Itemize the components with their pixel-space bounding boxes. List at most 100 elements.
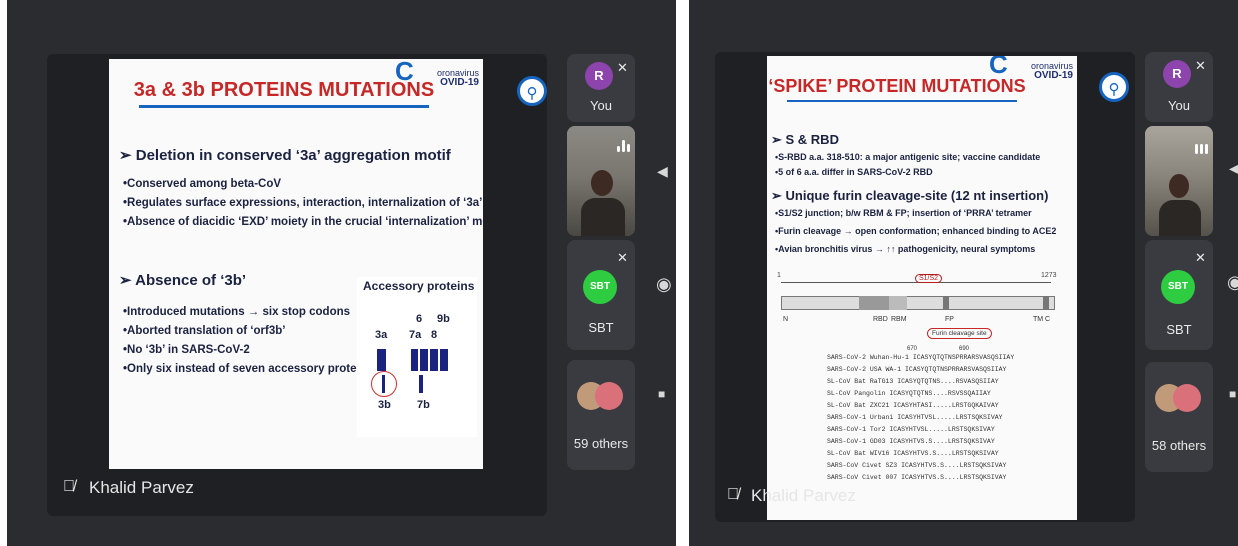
heading-absence-3b: ➢ Absence of ‘3b’ (119, 272, 247, 289)
person-body (581, 198, 625, 236)
sequence-row: SARS-CoV Civet 007 ICASYHTVS.S....LRSTSQ… (827, 474, 1007, 481)
label-pos-right: 690 (959, 346, 970, 352)
label-7b: 7b (417, 399, 430, 411)
collapse-panel-icon[interactable]: ◀ (657, 163, 668, 180)
covid19-logo: C oronavirus OVID-19 (395, 59, 479, 88)
pin-icon[interactable]: ⚲ (1099, 72, 1129, 102)
sequence-row: SARS-CoV-1 GD03 ICASYHTVS.S....LRSTSQKSI… (827, 438, 995, 445)
stop-square-icon[interactable]: ■ (658, 387, 665, 401)
label-rbd: RBD (873, 316, 888, 323)
protein-6-box (411, 349, 418, 371)
participant-label-sbt: SBT (588, 320, 614, 335)
participant-tile-sbt[interactable]: SBT ✕ SBT (1145, 240, 1213, 350)
person-head (1169, 174, 1189, 198)
participant-label-you: You (590, 98, 612, 113)
rbm-segment (889, 296, 907, 310)
bullet-mutations: Introduced mutations → six stop codons (123, 306, 350, 318)
presentation-stage: ‘SPIKE’ PROTEIN MUTATIONS C oronavirus O… (715, 52, 1135, 522)
label-3b: 3b (378, 399, 391, 411)
avatar-sbt: SBT (583, 270, 617, 304)
participant-label-others: 59 others (573, 436, 629, 451)
bullet-furin-cleavage: Furin cleavage → open conformation; enha… (775, 226, 1056, 236)
sequence-row: SL-CoV Bat RaTG13 ICASYQTQTNS....RSVASQS… (827, 378, 999, 385)
speaking-indicator-icon (617, 134, 632, 152)
rbd-segment (859, 296, 889, 310)
bullet-only-six: Only six instead of seven accessory prot… (123, 363, 373, 375)
sequence-row: SARS-CoV-2 Wuhan-Hu-1 ICASYQTQTNSPRRARSV… (827, 354, 1015, 361)
furin-callout: Furin cleavage site (927, 328, 992, 339)
title-underline (139, 105, 429, 108)
protein-7b-box (419, 375, 423, 393)
avatar-you: R (585, 62, 613, 90)
participant-tile-video[interactable] (1145, 126, 1213, 236)
covid19-logo: C oronavirus OVID-19 (989, 56, 1073, 81)
participant-tile-you[interactable]: R ✕ You (567, 54, 635, 122)
figure-title: Accessory proteins (363, 279, 475, 293)
participant-tile-others[interactable]: 58 others (1145, 362, 1213, 472)
sequence-row: SARS-CoV Civet SZ3 ICASYHTVS.S....LRSTSQ… (827, 462, 1007, 469)
mic-off-icon: ✕ (1195, 250, 1206, 265)
heading-s-rbd: ➢ S & RBD (771, 132, 839, 147)
label-rbm: RBM (891, 316, 907, 323)
participant-tile-you[interactable]: R ✕ You (1145, 52, 1213, 122)
protein-8-box (430, 349, 438, 371)
meeting-screenshot-left: 3a & 3b PROTEINS MUTATIONS C oronavirus … (7, 0, 676, 546)
shared-slide: 3a & 3b PROTEINS MUTATIONS C oronavirus … (109, 59, 483, 469)
bullet-no-3b: No ‘3b’ in SARS-CoV-2 (123, 344, 250, 356)
participant-label-others: 58 others (1151, 438, 1207, 453)
avatar-you: R (1163, 60, 1191, 88)
label-start: 1 (777, 272, 781, 279)
bullet-5-of-6: 5 of 6 a.a. differ in SARS-CoV-2 RBD (775, 167, 933, 177)
label-junction: S1/S2 (915, 274, 943, 283)
label-fp: FP (945, 316, 954, 323)
presenter-name: Khalid Parvez (751, 486, 856, 505)
meeting-screenshot-right: ‘SPIKE’ PROTEIN MUTATIONS C oronavirus O… (689, 0, 1238, 546)
person-head (591, 170, 613, 196)
participant-tile-others[interactable]: 59 others (567, 360, 635, 470)
spike-bar (781, 296, 1055, 310)
protein-3b-box (382, 375, 385, 393)
sequence-row: SARS-CoV-1 Urbani ICASYHTVSL.....LRSTSQK… (827, 414, 1003, 421)
mic-off-icon: 🎙̸ (727, 486, 739, 503)
bullet-s1s2: S1/S2 junction; b/w RBM & FP; insertion … (775, 208, 1032, 218)
sequence-row: SARS-CoV-1 Tor2 ICASYHTVSL.....LRSTSQKSI… (827, 426, 995, 433)
sequence-row: SL-CoV Pangolin ICASYQTQTNS....RSVSSQAII… (827, 390, 991, 397)
participant-tile-video[interactable] (567, 126, 635, 236)
presenter-name: Khalid Parvez (89, 478, 194, 497)
bullet-conserved: Conserved among beta-CoV (123, 178, 281, 190)
speaking-indicator-icon (1195, 136, 1210, 154)
bullet-absence-exd: Absence of diacidic ‘EXD’ moiety in the … (123, 216, 483, 228)
avatar-others-2 (595, 382, 623, 410)
participant-tile-sbt[interactable]: SBT ✕ SBT (567, 240, 635, 350)
mic-off-icon: ✕ (1195, 58, 1206, 73)
protein-3a-box (377, 349, 386, 371)
collapse-panel-icon[interactable]: ◀ (1229, 160, 1238, 177)
accessory-proteins-figure: Accessory proteins 3a 6 7a 8 9b 3b 7b (357, 277, 477, 437)
participant-label-you: You (1168, 98, 1190, 113)
label-pos-left: 670 (907, 346, 918, 352)
fp-segment (943, 296, 949, 310)
label-7a: 7a (409, 329, 422, 341)
bullet-regulates: Regulates surface expressions, interacti… (123, 197, 483, 209)
avatar-sbt: SBT (1161, 270, 1195, 304)
heading-deletion: ➢ Deletion in conserved ‘3a’ aggregation… (119, 147, 451, 164)
shared-slide: ‘SPIKE’ PROTEIN MUTATIONS C oronavirus O… (767, 56, 1077, 520)
label-9b: 9b (437, 313, 450, 325)
presentation-stage: 3a & 3b PROTEINS MUTATIONS C oronavirus … (47, 54, 547, 516)
protein-9b-box (440, 349, 448, 371)
participant-label-sbt: SBT (1166, 322, 1192, 337)
label-tmc: TM C (1033, 316, 1051, 323)
stop-square-icon[interactable]: ■ (1229, 387, 1236, 401)
label-end: 1273 (1041, 272, 1057, 279)
pin-icon[interactable]: ⚲ (517, 76, 547, 106)
mic-off-icon: 🎙̸ (63, 478, 75, 495)
label-3a: 3a (375, 329, 388, 341)
avatar-others-2 (1173, 384, 1201, 412)
heading-furin: ➢ Unique furin cleavage-site (12 nt inse… (771, 188, 1049, 203)
divider (676, 0, 689, 546)
person-body (1159, 200, 1201, 236)
label-n: N (783, 316, 789, 323)
sequence-row: SL-CoV Bat ZXC21 ICASYHTASI.....LRSTGQKA… (827, 402, 999, 409)
mic-off-icon: ✕ (617, 60, 628, 75)
bullet-s-rbd: S-RBD a.a. 318-510: a major antigenic si… (775, 152, 1040, 162)
